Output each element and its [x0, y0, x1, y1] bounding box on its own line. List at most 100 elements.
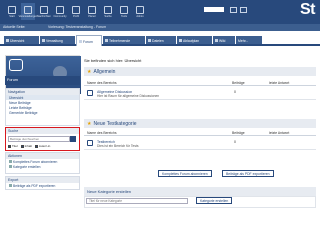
- nav-label: Start: [9, 15, 15, 18]
- breadcrumb-home[interactable]: Aktuelle Seite:: [3, 25, 25, 29]
- tab-label: Forum: [83, 39, 93, 44]
- home-icon: [8, 6, 16, 14]
- tab-teilnehmende[interactable]: Teilnehmende: [103, 36, 145, 44]
- checkbox-icon[interactable]: [34, 144, 38, 148]
- col-posts: Beiträge: [232, 80, 245, 85]
- nav-label: Admin: [136, 15, 144, 18]
- tab-verwaltung[interactable]: Verwaltung: [40, 36, 75, 44]
- calendar-icon: [88, 6, 96, 14]
- speech-bubble-icon: [9, 59, 23, 71]
- create-category-button[interactable]: Kategorie erstellen: [196, 197, 233, 204]
- tab-uebersicht[interactable]: Übersicht: [4, 36, 39, 44]
- tab-label: Teilnehmende: [109, 38, 131, 43]
- seminar-icon: [24, 6, 32, 14]
- global-search-input[interactable]: [204, 7, 224, 12]
- option-autor[interactable]: Autor/-in: [34, 144, 51, 148]
- col-area: Name des Bereichs: [87, 80, 117, 85]
- persons-icon: [105, 39, 108, 43]
- tab-more[interactable]: Mehr...: [236, 36, 262, 44]
- tab-label: Wiki: [219, 38, 226, 43]
- action-label: Komplettes Forum abonnieren: [13, 159, 58, 164]
- tab-label: Verwaltung: [46, 38, 63, 43]
- avatar[interactable]: [240, 7, 247, 13]
- nav-label: Profil: [73, 15, 79, 18]
- category-header-allgemein[interactable]: ★ Allgemein: [84, 67, 316, 76]
- tab-dateien[interactable]: Dateien: [146, 36, 176, 44]
- option-titel[interactable]: Titel: [8, 144, 18, 148]
- area-title[interactable]: Testbereich: [97, 140, 115, 144]
- new-category-input[interactable]: [86, 198, 188, 204]
- sidebar-actions: Aktionen Komplettes Forum abonnieren Kat…: [5, 152, 80, 174]
- forum-icon: [79, 40, 82, 44]
- export-pdf-link[interactable]: Beiträge als PDF exportieren: [6, 183, 79, 188]
- person-icon: [72, 6, 80, 14]
- nav-label: Planer: [88, 15, 96, 18]
- nav-admin[interactable]: Admin: [133, 3, 147, 20]
- col-last: letzte Antwort: [269, 130, 290, 135]
- area-title[interactable]: Allgemeine Diskussion: [97, 90, 132, 94]
- mail-icon: [40, 6, 48, 14]
- area-post-count: 0: [234, 139, 236, 144]
- sidebar-export: Export Beiträge als PDF exportieren: [5, 176, 80, 190]
- nav-tools[interactable]: Tools: [117, 3, 131, 20]
- tab-label: Übersicht: [10, 38, 25, 43]
- top-navigation: Start Veranstaltungen Nachrichten Commun…: [5, 3, 147, 20]
- brand-logo: St: [300, 1, 316, 18]
- option-inhalt[interactable]: Inhalt: [20, 144, 32, 148]
- breadcrumb: Aktuelle Seite: Vorlesung: Testveranstal…: [0, 24, 320, 31]
- category-title: Allgemein: [93, 68, 116, 75]
- nav-nachrichten[interactable]: Nachrichten: [37, 3, 51, 20]
- table-row[interactable]: Testbereich Dies ist ein Bereich für Tes…: [84, 138, 316, 150]
- subscribe-icon: [9, 160, 12, 163]
- sidebar-item-gemerkte-beitraege[interactable]: Gemerkte Beiträge: [6, 110, 79, 115]
- forum-search-input[interactable]: [8, 136, 70, 142]
- nav-start[interactable]: Start: [5, 3, 19, 20]
- nav-label: Nachrichten: [37, 15, 51, 18]
- col-last: letzte Antwort: [269, 80, 290, 85]
- forum-area-icon: [87, 140, 93, 146]
- sidebar-search: Suche Titel Inhalt Autor/-in: [5, 127, 80, 151]
- tools-icon: [120, 6, 128, 14]
- tab-label: Mehr...: [238, 38, 249, 43]
- search-button[interactable]: [70, 136, 76, 142]
- admin-icon: [136, 6, 144, 14]
- option-label: Autor/-in: [38, 144, 51, 148]
- table-row[interactable]: Allgemeine Diskussion Hier ist Raum für …: [84, 88, 316, 100]
- notification-icon[interactable]: [230, 7, 237, 13]
- subscribe-forum-button[interactable]: Komplettes Forum abonnieren: [158, 170, 212, 177]
- files-icon: [148, 39, 151, 43]
- admin-icon: [42, 39, 45, 43]
- forum-area-icon: [87, 90, 93, 96]
- tab-wiki[interactable]: Wiki: [213, 36, 235, 44]
- tab-label: Ablaufplan: [183, 38, 200, 43]
- page-subtitle: Sie befinden sich hier: Übersicht: [84, 58, 142, 63]
- nav-planer[interactable]: Planer: [85, 3, 99, 20]
- category-title: Neue Testkategorie: [93, 120, 137, 127]
- action-label: Kategorie erstellen: [13, 164, 41, 169]
- export-label: Beiträge als PDF exportieren: [13, 183, 56, 188]
- category-header-neue-testkategorie[interactable]: ★ Neue Testkategorie: [84, 119, 316, 128]
- col-posts: Beiträge: [232, 130, 245, 135]
- export-pdf-button[interactable]: Beiträge als PDF exportieren: [222, 170, 274, 177]
- tab-forum[interactable]: Forum: [76, 35, 102, 46]
- option-label: Titel: [12, 144, 18, 148]
- checkbox-icon[interactable]: [8, 144, 11, 148]
- nav-suche[interactable]: Suche: [101, 3, 115, 20]
- table-header: Name des Bereichs Beiträge letzte Antwor…: [84, 80, 316, 86]
- star-icon: ★: [87, 68, 92, 75]
- nav-community[interactable]: Community: [53, 3, 67, 20]
- nav-veranstaltungen[interactable]: Veranstaltungen: [18, 3, 38, 20]
- sidebar-navigation: Navigation Übersicht Neue Beiträge Letzt…: [5, 88, 80, 126]
- checkbox-icon[interactable]: [20, 144, 24, 148]
- tab-ablaufplan[interactable]: Ablaufplan: [177, 36, 212, 44]
- nav-label: Tools: [120, 15, 128, 18]
- new-category-header: Neue Kategorie erstellen: [84, 187, 316, 196]
- create-category-link[interactable]: Kategorie erstellen: [6, 164, 79, 169]
- wiki-icon: [215, 39, 218, 43]
- sidebar-title: Forum: [5, 76, 80, 85]
- community-icon: [56, 6, 64, 14]
- nav-profil[interactable]: Profil: [69, 3, 83, 20]
- star-icon: ★: [87, 120, 92, 127]
- nav-label: Veranstaltungen: [18, 15, 38, 18]
- nav-label: Community: [53, 15, 67, 18]
